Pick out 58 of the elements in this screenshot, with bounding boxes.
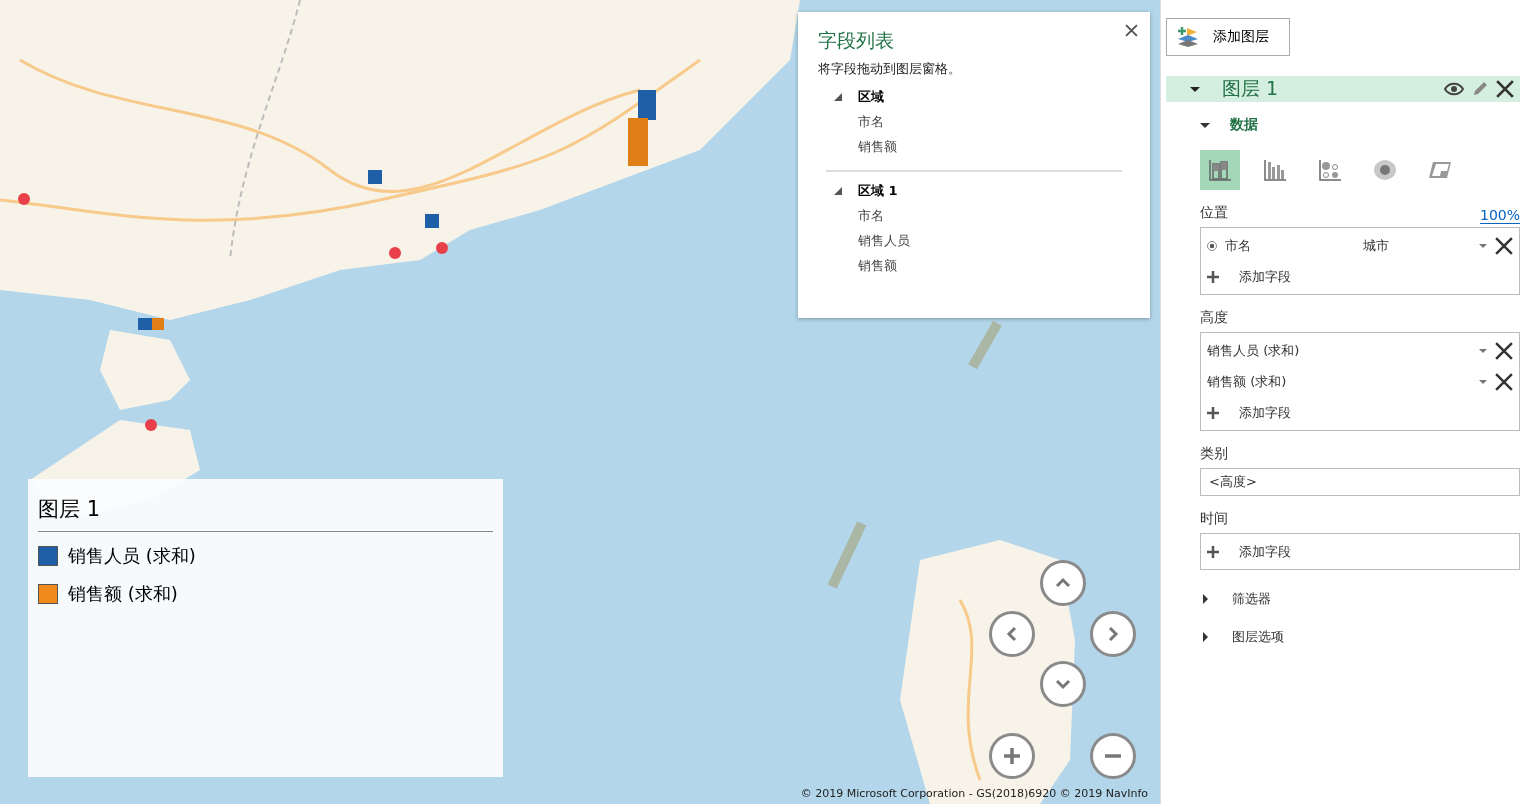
zoom-link[interactable]: 100%: [1479, 207, 1520, 224]
bubble-chart-icon: [1318, 158, 1342, 182]
plus-icon: [1207, 270, 1219, 283]
caret-icon[interactable]: [1200, 120, 1210, 130]
minus-icon: [1103, 752, 1123, 760]
map-attribution: © 2019 Microsoft Corporation - GS(2018)6920 © 2019 NavInfo: [800, 787, 1148, 800]
close-icon[interactable]: [1496, 80, 1514, 98]
layer-header[interactable]: 图层 1: [1166, 76, 1520, 102]
heat-map-icon: [1373, 158, 1397, 182]
plus-icon: [1002, 746, 1022, 766]
add-field-button[interactable]: 添加字段: [1207, 261, 1513, 292]
expand-icon[interactable]: [1200, 632, 1210, 642]
dropdown-icon[interactable]: [1479, 378, 1487, 385]
field-item[interactable]: 市名: [834, 113, 1130, 131]
category-field[interactable]: <高度>: [1200, 468, 1520, 496]
close-icon[interactable]: [1123, 22, 1140, 39]
panel-hint: 将字段拖动到图层窗格。: [818, 60, 962, 78]
field-item[interactable]: 销售额: [834, 257, 1130, 275]
caret-icon[interactable]: [1190, 84, 1200, 94]
field-group-label: 位置: [1200, 204, 1228, 222]
plus-icon: [1207, 545, 1219, 558]
field-name: 销售额 (求和): [1207, 372, 1288, 391]
plus-icon: [1207, 406, 1219, 419]
dropdown-icon[interactable]: [1479, 347, 1487, 354]
field-group-label: 类别: [1200, 445, 1229, 463]
column-chart-icon: [1263, 158, 1287, 182]
expand-icon[interactable]: [1200, 594, 1210, 604]
field-group-label: 时间: [1200, 510, 1229, 528]
pencil-icon[interactable]: [1472, 81, 1488, 97]
expand-icon[interactable]: [834, 93, 842, 101]
field-item[interactable]: 销售人员: [834, 232, 1130, 250]
visualization-type-button[interactable]: [1200, 150, 1240, 190]
radio-button[interactable]: [1207, 240, 1217, 251]
field-name: 市名: [1225, 236, 1252, 255]
layer-name: 图层 1: [1222, 76, 1279, 101]
field-type[interactable]: 城市: [1363, 236, 1471, 255]
field-name: 销售人员 (求和): [1207, 341, 1301, 360]
legend-title: 图层 1: [38, 495, 493, 532]
table-name[interactable]: 区域 1: [858, 182, 898, 200]
section-title[interactable]: 图层选项: [1232, 628, 1284, 646]
section-title[interactable]: 筛选器: [1232, 590, 1271, 608]
field-item[interactable]: 销售额: [834, 138, 1130, 156]
remove-icon[interactable]: [1495, 372, 1513, 391]
panel-title: 字段列表: [818, 28, 895, 53]
add-field-button[interactable]: 添加字段: [1207, 397, 1513, 428]
legend-label: 销售人员 (求和): [68, 544, 196, 568]
legend-label: 销售额 (求和): [68, 582, 178, 606]
remove-icon[interactable]: [1495, 341, 1513, 360]
eye-icon[interactable]: [1444, 82, 1464, 96]
field-item[interactable]: 市名: [834, 207, 1130, 225]
field-group-label: 高度: [1200, 309, 1229, 327]
section-title[interactable]: 数据: [1230, 116, 1258, 134]
stacked-column-icon: [1208, 158, 1232, 182]
remove-icon[interactable]: [1495, 236, 1513, 255]
add-layer-button[interactable]: 添加图层: [1166, 18, 1290, 56]
dropdown-icon[interactable]: [1479, 242, 1487, 249]
expand-icon[interactable]: [834, 187, 842, 195]
table-name[interactable]: 区域: [858, 88, 884, 106]
